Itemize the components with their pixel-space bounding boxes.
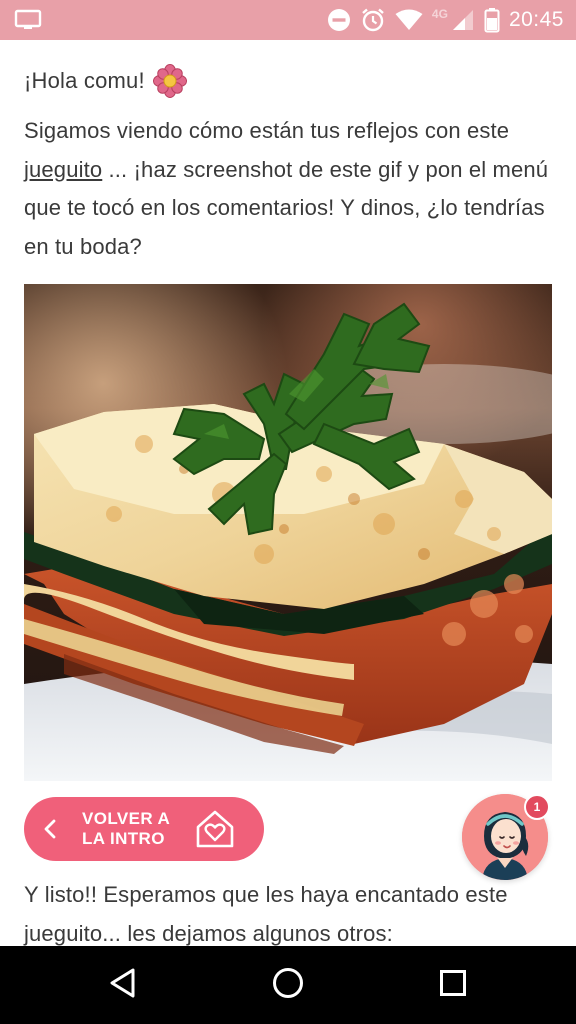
status-bar: 4G 20:45	[0, 0, 576, 40]
back-to-intro-label: VOLVER A LA INTRO	[82, 809, 170, 848]
navigation-bar	[0, 946, 576, 1024]
wifi-icon	[395, 9, 423, 31]
greeting-text: ¡Hola comu!	[24, 68, 145, 93]
screen-cast-icon	[14, 9, 42, 31]
recents-icon	[438, 968, 468, 1003]
home-icon	[271, 966, 305, 1005]
home-heart-icon	[192, 806, 238, 852]
chevron-left-icon	[42, 818, 58, 840]
notification-badge: 1	[524, 794, 550, 820]
do-not-disturb-icon	[327, 8, 351, 32]
intro-text-end: ... ¡haz screenshot de este gif y pon el…	[24, 156, 549, 259]
battery-icon	[484, 7, 500, 33]
status-right: 4G 20:45	[327, 7, 564, 33]
status-time: 20:45	[508, 8, 564, 31]
network-label: 4G	[431, 7, 448, 21]
intro-paragraph: Sigamos viendo cómo están tus reflejos c…	[24, 112, 554, 266]
flower-icon	[152, 64, 187, 98]
back-icon	[108, 967, 138, 1004]
outro-paragraph: Y listo!! Esperamos que les haya encanta…	[24, 882, 508, 946]
nav-recents-button[interactable]	[423, 955, 483, 1015]
lasagna-photo	[24, 284, 552, 781]
intro-text-start: Sigamos viendo cómo están tus reflejos c…	[24, 118, 510, 143]
nav-home-button[interactable]	[258, 955, 318, 1015]
back-to-intro-button[interactable]: VOLVER A LA INTRO	[24, 797, 264, 861]
cellular-signal-icon	[451, 8, 475, 32]
nav-back-button[interactable]	[93, 955, 153, 1015]
alarm-icon	[360, 7, 386, 33]
status-left	[14, 9, 42, 31]
greeting: ¡Hola comu!	[24, 64, 187, 98]
jueguito-link[interactable]: jueguito	[24, 157, 102, 182]
